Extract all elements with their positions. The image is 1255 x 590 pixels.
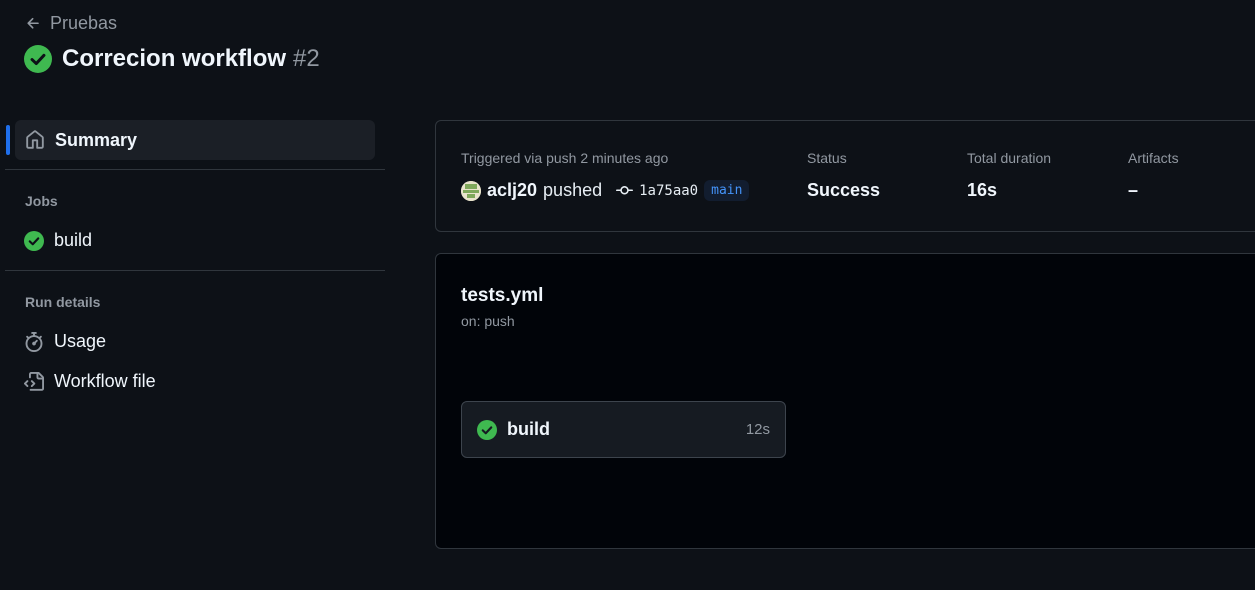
commit-sha-link[interactable]: 1a75aa0 <box>639 183 698 199</box>
run-details-heading: Run details <box>25 294 101 310</box>
selected-indicator <box>6 125 10 155</box>
trigger-label: Triggered via push 2 minutes ago <box>461 150 669 166</box>
artifacts-label: Artifacts <box>1128 150 1179 166</box>
action-text: pushed <box>543 180 603 200</box>
job-node-build[interactable]: build 12s <box>461 401 786 458</box>
duration-label: Total duration <box>967 150 1052 166</box>
sidebar-item-label: Workflow file <box>54 371 156 391</box>
workflow-file-name: tests.yml <box>461 285 544 306</box>
sidebar-divider <box>5 270 385 271</box>
check-circle-icon <box>477 419 497 440</box>
sidebar-item-label: Usage <box>54 331 107 351</box>
git-commit-icon <box>616 185 634 195</box>
sidebar-item-label: build <box>54 230 93 250</box>
sidebar-item-summary[interactable]: Summary <box>15 120 375 160</box>
check-circle-icon <box>24 45 52 73</box>
file-code-icon <box>24 371 44 392</box>
artifacts-value: – <box>1128 180 1139 200</box>
sidebar-item-build[interactable]: build <box>24 230 92 251</box>
check-circle-icon <box>24 230 44 251</box>
job-duration: 12s <box>745 421 770 438</box>
run-summary-card: Triggered via push 2 minutes ago aclj20 … <box>435 120 1255 232</box>
sidebar-item-usage[interactable]: Usage <box>24 331 106 352</box>
actor-link[interactable]: aclj20 <box>487 180 537 201</box>
arrow-left-icon <box>27 17 39 29</box>
stopwatch-icon <box>24 331 44 352</box>
duration-value: 16s <box>967 180 998 200</box>
branch-badge[interactable]: main <box>704 180 750 201</box>
job-name: build <box>507 419 550 439</box>
sidebar-item-workflow-file[interactable]: Workflow file <box>24 371 156 392</box>
back-link-label: Pruebas <box>50 13 118 33</box>
home-icon <box>25 130 45 150</box>
sidebar-divider <box>5 169 385 170</box>
page-title: Correcion workflow #2 <box>24 45 320 73</box>
workflow-trigger: on: push <box>461 313 515 329</box>
trigger-row: aclj20 pushed 1a75aa0 main <box>461 180 750 201</box>
run-title: Correcion workflow <box>62 45 287 72</box>
avatar[interactable] <box>461 180 481 201</box>
status-value: Success <box>807 180 881 200</box>
jobs-heading: Jobs <box>25 193 58 209</box>
workflow-graph-card: tests.yml on: push build 12s <box>435 253 1255 549</box>
sidebar-item-label: Summary <box>55 129 138 150</box>
run-number: #2 <box>293 45 320 72</box>
back-to-workflow-link[interactable]: Pruebas <box>25 13 117 34</box>
status-label: Status <box>807 150 847 166</box>
